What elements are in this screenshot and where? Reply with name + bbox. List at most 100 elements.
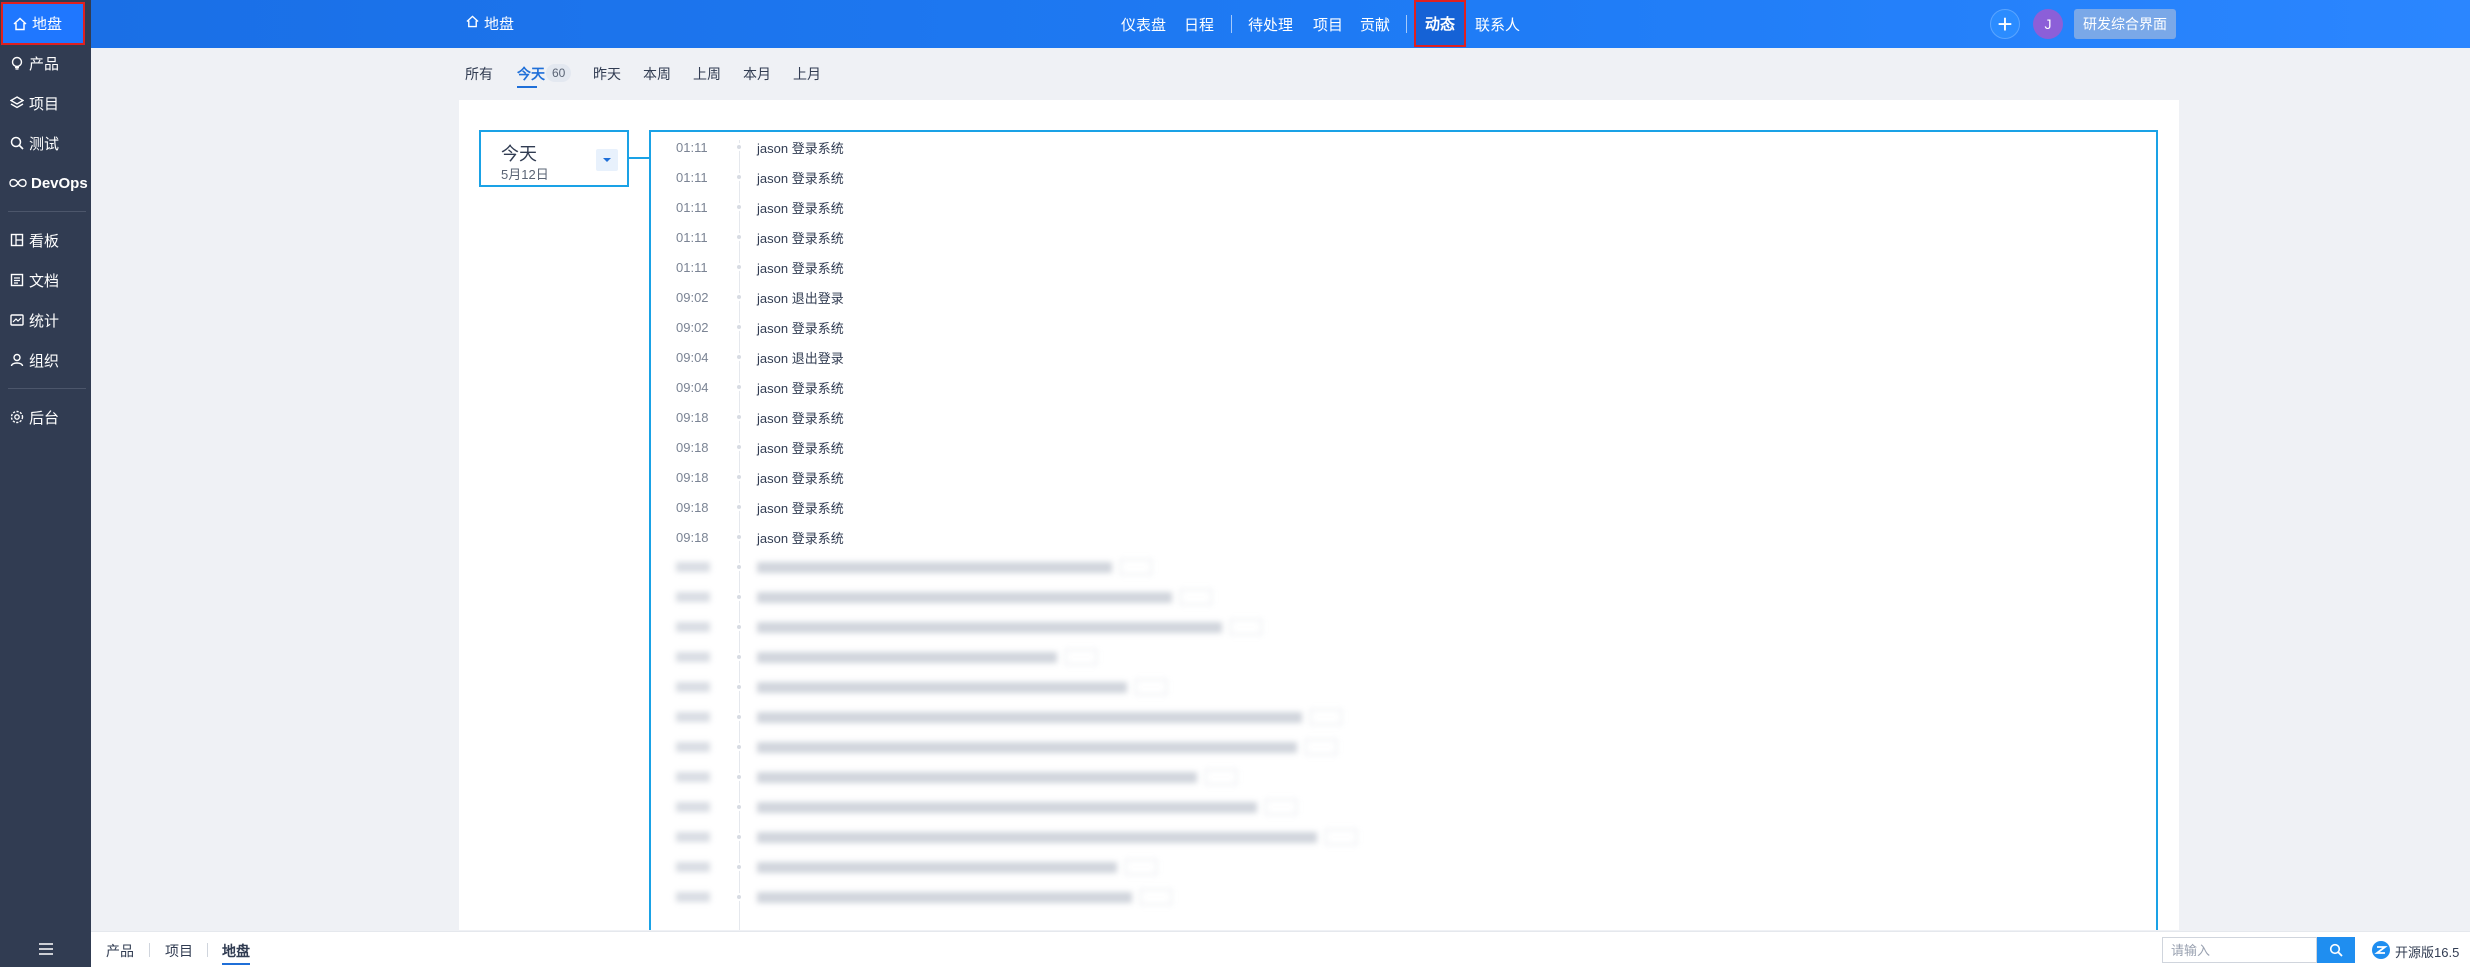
document-icon <box>9 272 25 288</box>
activity-text: jason 登录系统 <box>757 170 844 186</box>
filter-all[interactable]: 所有 <box>465 64 493 88</box>
timeline-dot <box>735 623 743 631</box>
activity-text <box>757 621 1222 633</box>
activity-row-obscured <box>651 822 2151 852</box>
home-icon <box>12 16 28 32</box>
nav-contacts[interactable]: 联系人 <box>1475 0 1520 48</box>
activity-text <box>757 771 1197 783</box>
sidebar-item-org[interactable]: 组织 <box>0 340 91 380</box>
breadcrumb-dashboard[interactable]: 地盘 <box>222 941 250 965</box>
activity-tag <box>1265 799 1297 815</box>
sidebar-item-project[interactable]: 项目 <box>0 83 91 123</box>
filter-label: 上周 <box>693 66 721 82</box>
nav-separator <box>1231 15 1232 33</box>
breadcrumb-project[interactable]: 项目 <box>165 941 193 961</box>
filter-this-week[interactable]: 本周 <box>643 64 671 88</box>
board-icon <box>9 232 25 248</box>
activity-row-obscured <box>651 552 2151 582</box>
timeline-dot <box>735 443 743 451</box>
nav-calendar[interactable]: 日程 <box>1184 0 1214 48</box>
timeline-dot <box>735 593 743 601</box>
activity-row: 01:11 jason 登录系统 <box>651 222 2151 252</box>
lightbulb-icon <box>9 55 25 71</box>
sidebar-item-admin[interactable]: 后台 <box>0 397 91 437</box>
breadcrumb-separator <box>207 943 208 957</box>
sidebar-item-label: 项目 <box>29 95 60 113</box>
activity-time <box>676 892 710 902</box>
activity-text <box>757 651 1057 663</box>
activity-time <box>676 742 710 752</box>
nav-dashboard[interactable]: 仪表盘 <box>1121 0 1166 48</box>
breadcrumb-product[interactable]: 产品 <box>106 941 134 961</box>
search-icon <box>2329 943 2343 957</box>
nav-label: 项目 <box>1313 16 1344 34</box>
filter-last-month[interactable]: 上月 <box>793 64 821 88</box>
sidebar-item-doc[interactable]: 文档 <box>0 260 91 300</box>
nav-todo[interactable]: 待处理 <box>1248 0 1293 48</box>
sidebar: 地盘 产品 项目 测试 DevOps 看板 文档 统计 组织 后台 <box>0 0 91 967</box>
nav-contribution[interactable]: 贡献 <box>1360 0 1390 48</box>
sidebar-item-label: 地盘 <box>32 16 63 33</box>
sidebar-item-dashboard[interactable]: 地盘 <box>1 2 85 45</box>
timeline-dot <box>735 773 743 781</box>
sidebar-item-label: 组织 <box>29 352 60 370</box>
activity-row: 09:02 jason 退出登录 <box>651 282 2151 312</box>
timeline-dot <box>735 713 743 721</box>
nav-label: 待处理 <box>1248 16 1294 34</box>
activity-time: 01:11 <box>676 199 708 215</box>
search-input[interactable] <box>2162 937 2317 963</box>
filter-today[interactable]: 今天 <box>517 64 545 88</box>
timeline-dot <box>735 503 743 511</box>
version-info[interactable]: 开源版16.5 <box>2371 940 2459 963</box>
activity-time: 01:11 <box>676 169 708 185</box>
activity-log-panel: 01:11 jason 登录系统 01:11 jason 登录系统 01:11 jason… <box>649 130 2158 930</box>
infinity-icon <box>9 175 27 191</box>
header-home[interactable]: 地盘 <box>466 13 514 34</box>
activity-time: 09:18 <box>676 529 709 545</box>
timeline-dot <box>735 803 743 811</box>
timeline-dot <box>735 863 743 871</box>
active-filter-underline <box>517 86 537 88</box>
sidebar-item-devops[interactable]: DevOps <box>0 163 91 203</box>
timeline-dot <box>735 263 743 271</box>
ui-switch-button[interactable]: 研发综合界面 <box>2074 9 2176 39</box>
filter-label: 上月 <box>793 66 821 82</box>
menu-icon[interactable] <box>0 931 91 967</box>
footer-bar: 产品 项目 地盘 开源版16.5 <box>91 931 2470 967</box>
collapse-toggle-button[interactable] <box>596 149 618 171</box>
avatar[interactable]: J <box>2033 9 2063 39</box>
activity-text <box>757 681 1127 693</box>
activity-row-obscured <box>651 612 2151 642</box>
date-connector <box>629 157 649 159</box>
sidebar-item-test[interactable]: 测试 <box>0 123 91 163</box>
sidebar-item-label: 文档 <box>29 272 60 290</box>
activity-row: 09:18 jason 登录系统 <box>651 492 2151 522</box>
activity-tag <box>1230 619 1262 635</box>
nav-label: 联系人 <box>1475 16 1521 34</box>
sidebar-item-stats[interactable]: 统计 <box>0 300 91 340</box>
search-button[interactable] <box>2317 937 2355 963</box>
filter-this-month[interactable]: 本月 <box>743 64 771 88</box>
sidebar-item-product[interactable]: 产品 <box>0 43 91 83</box>
date-sub: 5月12日 <box>501 167 549 182</box>
sidebar-divider <box>8 211 86 212</box>
filter-last-week[interactable]: 上周 <box>693 64 721 88</box>
timeline-dot <box>735 233 743 241</box>
nav-project[interactable]: 项目 <box>1313 0 1343 48</box>
activity-tag <box>1180 589 1212 605</box>
timeline-dot <box>735 653 743 661</box>
activity-row: 09:18 jason 登录系统 <box>651 522 2151 552</box>
activity-row: 01:11 jason 登录系统 <box>651 252 2151 282</box>
create-plus-button[interactable]: + <box>1990 9 2020 39</box>
breadcrumb-label: 项目 <box>165 943 193 959</box>
sidebar-item-kanban[interactable]: 看板 <box>0 220 91 260</box>
activity-time: 01:11 <box>676 259 708 275</box>
nav-dynamic[interactable]: 动态 <box>1414 0 1466 47</box>
activity-time: 01:11 <box>676 229 708 245</box>
activity-row-obscured <box>651 732 2151 762</box>
timeline-dot <box>735 683 743 691</box>
activity-time: 09:18 <box>676 409 709 425</box>
activity-text: jason 登录系统 <box>757 320 844 336</box>
filter-yesterday[interactable]: 昨天 <box>593 64 621 88</box>
activity-tag <box>1135 679 1167 695</box>
